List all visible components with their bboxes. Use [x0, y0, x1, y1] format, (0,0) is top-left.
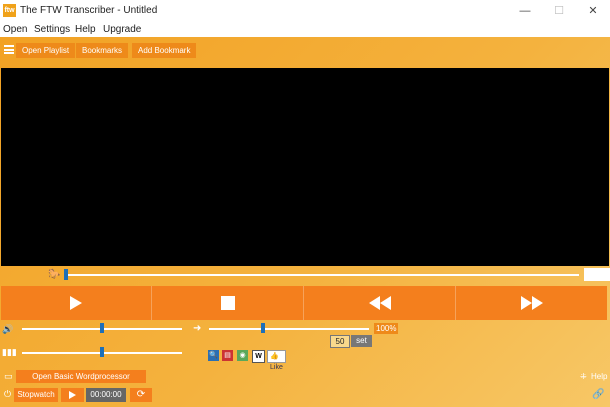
- speed-step-input[interactable]: 50: [330, 335, 350, 348]
- help-link[interactable]: Help: [591, 372, 607, 381]
- seek-bar: 🐎: [0, 268, 610, 282]
- equalizer-icon: ▮▮▮: [2, 347, 17, 357]
- fast-forward-icon: [520, 296, 543, 310]
- play-button[interactable]: [1, 286, 152, 320]
- video-display[interactable]: [1, 68, 609, 266]
- globe-icon[interactable]: ◉: [237, 350, 248, 361]
- rewind-button[interactable]: [304, 286, 456, 320]
- speed-thumb[interactable]: [261, 323, 266, 333]
- menu-open[interactable]: Open: [3, 24, 27, 35]
- play-icon: [69, 391, 76, 399]
- reset-icon[interactable]: ⟳: [130, 388, 152, 402]
- menu-help[interactable]: Help: [75, 24, 96, 35]
- horse-icon: 🐎: [48, 269, 61, 280]
- volume-icon: 🔊: [2, 324, 14, 334]
- stopwatch-button[interactable]: Stopwatch: [14, 388, 58, 402]
- stop-button[interactable]: [152, 286, 304, 320]
- bookmarks-button[interactable]: Bookmarks: [76, 43, 129, 58]
- app-logo-icon: ftw: [3, 4, 16, 17]
- play-icon: [70, 296, 82, 310]
- toolbar: Open Playlist Bookmarks Add Bookmark: [0, 39, 610, 61]
- add-bookmark-button[interactable]: Add Bookmark: [132, 43, 197, 58]
- open-playlist-button[interactable]: Open Playlist: [16, 43, 76, 58]
- speed-set-button[interactable]: set: [351, 335, 372, 347]
- playback-controls: [0, 286, 610, 320]
- stopwatch-row: ⏻ Stopwatch 00:00:00 ⟳ 🔗: [0, 387, 610, 403]
- search-icon[interactable]: 🔍: [208, 350, 219, 361]
- speed-percent: 100%: [374, 323, 399, 334]
- window-title: The FTW Transcriber - Untitled: [20, 5, 158, 16]
- help-grid-icon: ⁜: [580, 372, 587, 381]
- app-panel: Open Playlist Bookmarks Add Bookmark 🐎 🔊…: [0, 37, 610, 407]
- menu-settings[interactable]: Settings: [34, 24, 70, 35]
- wikipedia-icon[interactable]: W: [252, 350, 265, 363]
- title-bar: ftw The FTW Transcriber - Untitled — ☐ ✕: [0, 0, 610, 22]
- stopwatch-play-button[interactable]: [61, 388, 84, 402]
- stopwatch-icon: ⏻: [4, 389, 12, 399]
- rewind-icon: [368, 296, 391, 310]
- time-display: [584, 268, 610, 281]
- arrow-right-icon: ➜: [193, 323, 202, 334]
- stopwatch-time: 00:00:00: [86, 388, 126, 402]
- menu-bar: Open Settings Help Upgrade: [0, 22, 610, 37]
- wordprocessor-icon: ▭: [4, 371, 13, 381]
- facebook-like-button[interactable]: 👍Like: [267, 350, 286, 371]
- thumbs-up-icon: 👍: [270, 353, 279, 360]
- wordprocessor-row: ▭ Open Basic Wordprocessor ⁜ Help: [0, 370, 610, 384]
- open-wordprocessor-button[interactable]: Open Basic Wordprocessor: [16, 370, 146, 383]
- speed-track[interactable]: [209, 328, 369, 330]
- hamburger-menu-icon[interactable]: [4, 45, 14, 54]
- balance-thumb[interactable]: [100, 347, 104, 357]
- dictionary-icon[interactable]: ▤: [222, 350, 233, 361]
- close-button[interactable]: ✕: [576, 0, 610, 22]
- fast-forward-button[interactable]: [456, 286, 607, 320]
- menu-upgrade[interactable]: Upgrade: [103, 24, 141, 35]
- seek-thumb[interactable]: [63, 269, 68, 280]
- volume-thumb[interactable]: [100, 323, 104, 333]
- minimize-button[interactable]: —: [508, 0, 542, 22]
- link-icon[interactable]: 🔗: [592, 389, 604, 400]
- maximize-button[interactable]: ☐: [542, 0, 576, 22]
- seek-track[interactable]: [64, 274, 579, 276]
- stop-icon: [220, 296, 235, 310]
